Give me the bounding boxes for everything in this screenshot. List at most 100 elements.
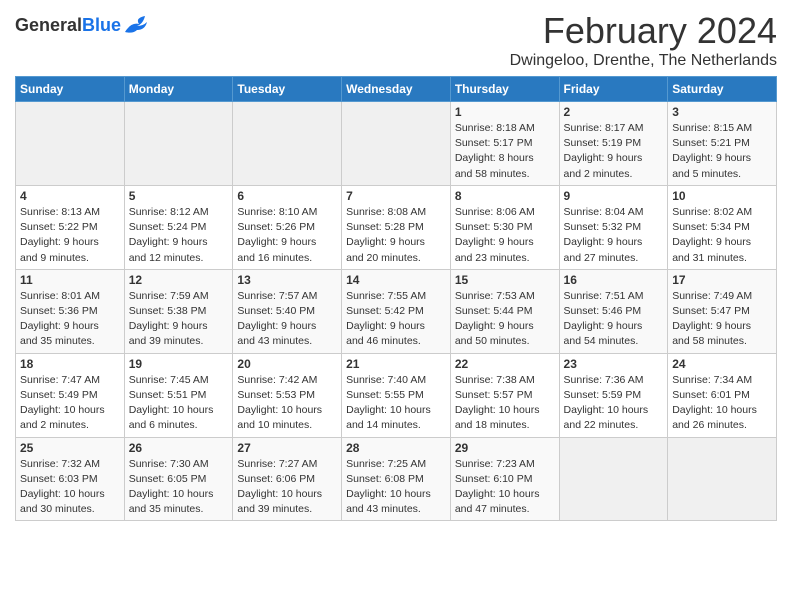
week-row-0: 1 Sunrise: 8:18 AMSunset: 5:17 PMDaylight… — [16, 102, 777, 186]
day-number: 3 — [672, 105, 772, 119]
day-info: Sunrise: 7:47 AMSunset: 5:49 PMDaylight:… — [20, 373, 120, 434]
calendar-cell: 27 Sunrise: 7:27 AMSunset: 6:06 PMDayligh… — [233, 437, 342, 521]
day-number: 14 — [346, 273, 446, 287]
calendar-cell: 16Sunrise: 7:51 AMSunset: 5:46 PMDayligh… — [559, 269, 668, 353]
logo-general: General — [15, 15, 82, 35]
day-number: 18 — [20, 357, 120, 371]
day-info: Sunrise: 7:30 AMSunset: 6:05 PMDaylight:… — [129, 457, 229, 518]
calendar-cell: 22Sunrise: 7:38 AMSunset: 5:57 PMDayligh… — [450, 353, 559, 437]
calendar-cell: 13Sunrise: 7:57 AMSunset: 5:40 PMDayligh… — [233, 269, 342, 353]
day-info: Sunrise: 8:17 AMSunset: 5:19 PMDaylight:… — [564, 121, 664, 182]
calendar-cell: 12 Sunrise: 7:59 AMSunset: 5:38 PMDayligh… — [124, 269, 233, 353]
day-info: Sunrise: 7:25 AMSunset: 6:08 PMDaylight:… — [346, 457, 446, 518]
day-number: 12 — [129, 273, 229, 287]
day-info: Sunrise: 7:27 AMSunset: 6:06 PMDaylight:… — [237, 457, 337, 518]
calendar-cell: 3Sunrise: 8:15 AMSunset: 5:21 PMDaylight… — [668, 102, 777, 186]
day-info: Sunrise: 8:12 AMSunset: 5:24 PMDaylight:… — [129, 205, 229, 266]
calendar-cell: 1 Sunrise: 8:18 AMSunset: 5:17 PMDaylight… — [450, 102, 559, 186]
calendar-cell — [668, 437, 777, 521]
day-info: Sunrise: 7:42 AMSunset: 5:53 PMDaylight:… — [237, 373, 337, 434]
calendar-cell: 14 Sunrise: 7:55 AMSunset: 5:42 PMDayligh… — [342, 269, 451, 353]
day-number: 24 — [672, 357, 772, 371]
month-title: February 2024 — [510, 10, 777, 52]
calendar-cell — [16, 102, 125, 186]
week-row-2: 11 Sunrise: 8:01 AMSunset: 5:36 PMDayligh… — [16, 269, 777, 353]
calendar-cell: 28 Sunrise: 7:25 AMSunset: 6:08 PMDayligh… — [342, 437, 451, 521]
day-info: Sunrise: 8:10 AMSunset: 5:26 PMDaylight:… — [237, 205, 337, 266]
day-header-saturday: Saturday — [668, 77, 777, 102]
day-number: 27 — [237, 441, 337, 455]
day-number: 8 — [455, 189, 555, 203]
day-number: 15 — [455, 273, 555, 287]
calendar-cell: 7Sunrise: 8:08 AMSunset: 5:28 PMDaylight… — [342, 185, 451, 269]
calendar-cell — [233, 102, 342, 186]
day-info: Sunrise: 7:51 AMSunset: 5:46 PMDaylight:… — [564, 289, 664, 350]
header: GeneralBlue February 2024 Dwingeloo, Dre… — [15, 10, 777, 70]
day-info: Sunrise: 7:45 AMSunset: 5:51 PMDaylight:… — [129, 373, 229, 434]
day-header-sunday: Sunday — [16, 77, 125, 102]
day-number: 7 — [346, 189, 446, 203]
logo-blue: Blue — [82, 15, 121, 35]
calendar-body: 1 Sunrise: 8:18 AMSunset: 5:17 PMDaylight… — [16, 102, 777, 521]
day-number: 17 — [672, 273, 772, 287]
calendar-cell: 2Sunrise: 8:17 AMSunset: 5:19 PMDaylight… — [559, 102, 668, 186]
calendar-cell: 24 Sunrise: 7:34 AMSunset: 6:01 PMDayligh… — [668, 353, 777, 437]
day-number: 1 — [455, 105, 555, 119]
calendar-cell: 15 Sunrise: 7:53 AMSunset: 5:44 PMDayligh… — [450, 269, 559, 353]
calendar-cell: 9 Sunrise: 8:04 AMSunset: 5:32 PMDaylight… — [559, 185, 668, 269]
calendar-cell: 19 Sunrise: 7:45 AMSunset: 5:51 PMDayligh… — [124, 353, 233, 437]
calendar-cell: 5 Sunrise: 8:12 AMSunset: 5:24 PMDaylight… — [124, 185, 233, 269]
calendar-cell — [559, 437, 668, 521]
calendar-cell: 20 Sunrise: 7:42 AMSunset: 5:53 PMDayligh… — [233, 353, 342, 437]
day-info: Sunrise: 7:32 AMSunset: 6:03 PMDaylight:… — [20, 457, 120, 518]
logo: GeneralBlue — [15, 14, 151, 36]
day-number: 10 — [672, 189, 772, 203]
week-row-1: 4 Sunrise: 8:13 AMSunset: 5:22 PMDaylight… — [16, 185, 777, 269]
day-number: 5 — [129, 189, 229, 203]
calendar-cell — [124, 102, 233, 186]
day-number: 21 — [346, 357, 446, 371]
header-row: SundayMondayTuesdayWednesdayThursdayFrid… — [16, 77, 777, 102]
logo-bird-icon — [123, 14, 151, 36]
calendar-cell: 21 Sunrise: 7:40 AMSunset: 5:55 PMDayligh… — [342, 353, 451, 437]
day-info: Sunrise: 8:02 AMSunset: 5:34 PMDaylight:… — [672, 205, 772, 266]
calendar-table: SundayMondayTuesdayWednesdayThursdayFrid… — [15, 76, 777, 521]
day-info: Sunrise: 8:13 AMSunset: 5:22 PMDaylight:… — [20, 205, 120, 266]
day-number: 6 — [237, 189, 337, 203]
day-number: 11 — [20, 273, 120, 287]
logo-text: GeneralBlue — [15, 15, 121, 36]
calendar-cell: 18 Sunrise: 7:47 AMSunset: 5:49 PMDayligh… — [16, 353, 125, 437]
day-info: Sunrise: 7:34 AMSunset: 6:01 PMDaylight:… — [672, 373, 772, 434]
day-info: Sunrise: 8:01 AMSunset: 5:36 PMDaylight:… — [20, 289, 120, 350]
day-number: 23 — [564, 357, 664, 371]
calendar-cell: 10 Sunrise: 8:02 AMSunset: 5:34 PMDayligh… — [668, 185, 777, 269]
calendar-cell: 6 Sunrise: 8:10 AMSunset: 5:26 PMDaylight… — [233, 185, 342, 269]
day-number: 25 — [20, 441, 120, 455]
calendar-cell — [342, 102, 451, 186]
day-header-wednesday: Wednesday — [342, 77, 451, 102]
calendar-cell: 4 Sunrise: 8:13 AMSunset: 5:22 PMDaylight… — [16, 185, 125, 269]
day-header-thursday: Thursday — [450, 77, 559, 102]
day-number: 9 — [564, 189, 664, 203]
day-number: 19 — [129, 357, 229, 371]
day-info: Sunrise: 8:06 AMSunset: 5:30 PMDaylight:… — [455, 205, 555, 266]
title-area: February 2024 Dwingeloo, Drenthe, The Ne… — [510, 10, 777, 70]
day-info: Sunrise: 7:53 AMSunset: 5:44 PMDaylight:… — [455, 289, 555, 350]
day-info: Sunrise: 7:40 AMSunset: 5:55 PMDaylight:… — [346, 373, 446, 434]
day-info: Sunrise: 7:36 AMSunset: 5:59 PMDaylight:… — [564, 373, 664, 434]
calendar-cell: 23 Sunrise: 7:36 AMSunset: 5:59 PMDayligh… — [559, 353, 668, 437]
calendar-cell: 25 Sunrise: 7:32 AMSunset: 6:03 PMDayligh… — [16, 437, 125, 521]
day-info: Sunrise: 7:57 AMSunset: 5:40 PMDaylight:… — [237, 289, 337, 350]
day-number: 4 — [20, 189, 120, 203]
day-info: Sunrise: 8:18 AMSunset: 5:17 PMDaylight:… — [455, 121, 555, 182]
day-number: 29 — [455, 441, 555, 455]
day-info: Sunrise: 7:59 AMSunset: 5:38 PMDaylight:… — [129, 289, 229, 350]
day-number: 28 — [346, 441, 446, 455]
calendar-cell: 29Sunrise: 7:23 AMSunset: 6:10 PMDayligh… — [450, 437, 559, 521]
day-info: Sunrise: 7:55 AMSunset: 5:42 PMDaylight:… — [346, 289, 446, 350]
calendar-cell: 17Sunrise: 7:49 AMSunset: 5:47 PMDayligh… — [668, 269, 777, 353]
week-row-4: 25 Sunrise: 7:32 AMSunset: 6:03 PMDayligh… — [16, 437, 777, 521]
day-number: 20 — [237, 357, 337, 371]
day-info: Sunrise: 8:04 AMSunset: 5:32 PMDaylight:… — [564, 205, 664, 266]
day-header-tuesday: Tuesday — [233, 77, 342, 102]
